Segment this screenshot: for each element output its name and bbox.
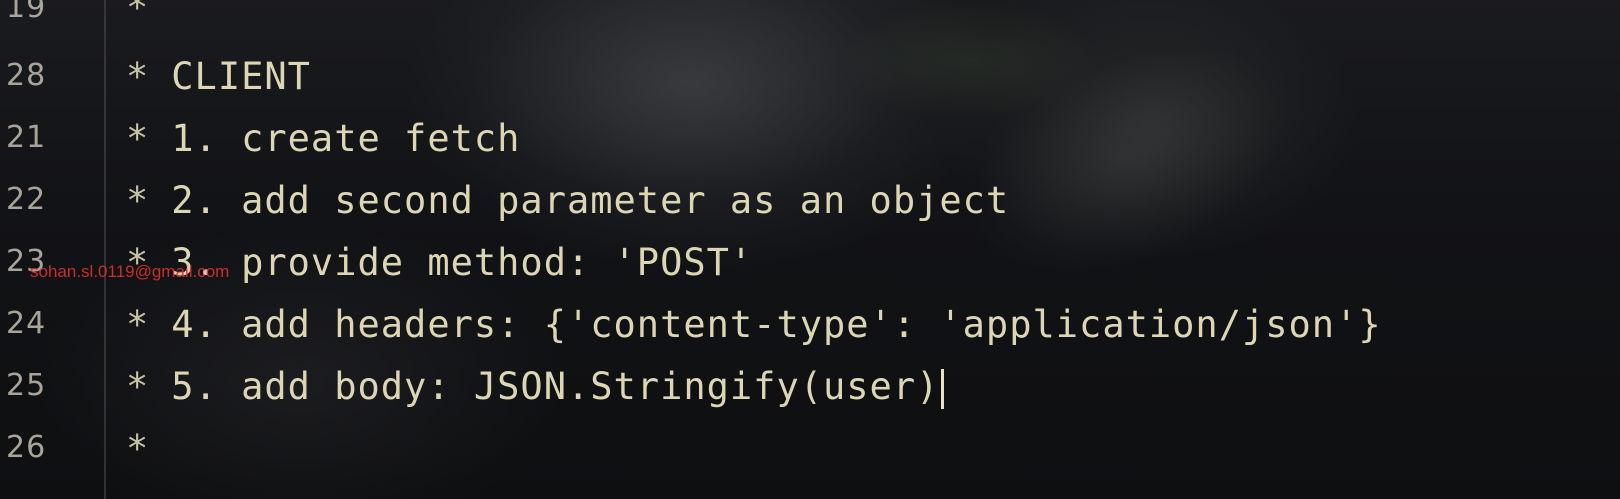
code-line[interactable]: 25 * 5. add body: JSON.Stringify(user) xyxy=(0,356,945,414)
code-text: * 5. add body: JSON.Stringify(user) xyxy=(126,365,945,409)
line-number: 21 xyxy=(6,119,47,155)
line-number: 22 xyxy=(6,181,47,217)
screen-glare xyxy=(470,0,900,200)
code-line[interactable]: 28 * CLIENT xyxy=(0,46,310,104)
code-text: * 1. create fetch xyxy=(126,117,521,160)
code-line[interactable]: 19 * xyxy=(0,0,148,36)
code-line[interactable]: 22 * 2. add second parameter as an object xyxy=(0,170,1008,228)
code-editor-photo: 19 * 28 * CLIENT 21 * 1. create fetch 22 *… xyxy=(0,0,1620,499)
line-number: 26 xyxy=(6,429,47,465)
line-number: 24 xyxy=(6,305,47,341)
line-number: 28 xyxy=(6,57,47,93)
screen-glare xyxy=(840,0,1100,120)
code-text: * 4. add headers: {'content-type': 'appli… xyxy=(126,303,1382,346)
code-line[interactable]: 21 * 1. create fetch xyxy=(0,108,519,166)
code-text: * xyxy=(126,427,150,470)
code-line[interactable]: 26 * xyxy=(0,418,148,476)
gutter-divider xyxy=(104,0,106,499)
text-cursor xyxy=(941,368,945,409)
code-line[interactable]: 24 * 4. add headers: {'content-type': 'ap… xyxy=(0,294,1381,352)
screen-glare xyxy=(933,0,1327,323)
watermark-text: sohan.sl.0119@gmail.com xyxy=(30,262,230,281)
code-text: * xyxy=(126,0,150,29)
line-number: 19 xyxy=(6,0,47,25)
line-number: 25 xyxy=(6,367,47,403)
code-text: * 2. add second parameter as an object xyxy=(126,179,1010,222)
code-text: * CLIENT xyxy=(126,55,311,98)
